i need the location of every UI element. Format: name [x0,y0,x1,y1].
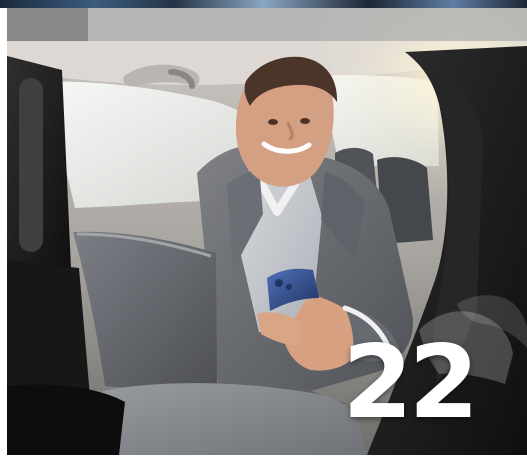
screen-root: 22 [0,0,527,457]
top-gray-block-right [88,8,527,41]
top-image-strip [0,0,527,8]
number-badge: 22 [342,323,479,441]
top-gray-block-left [7,8,88,41]
